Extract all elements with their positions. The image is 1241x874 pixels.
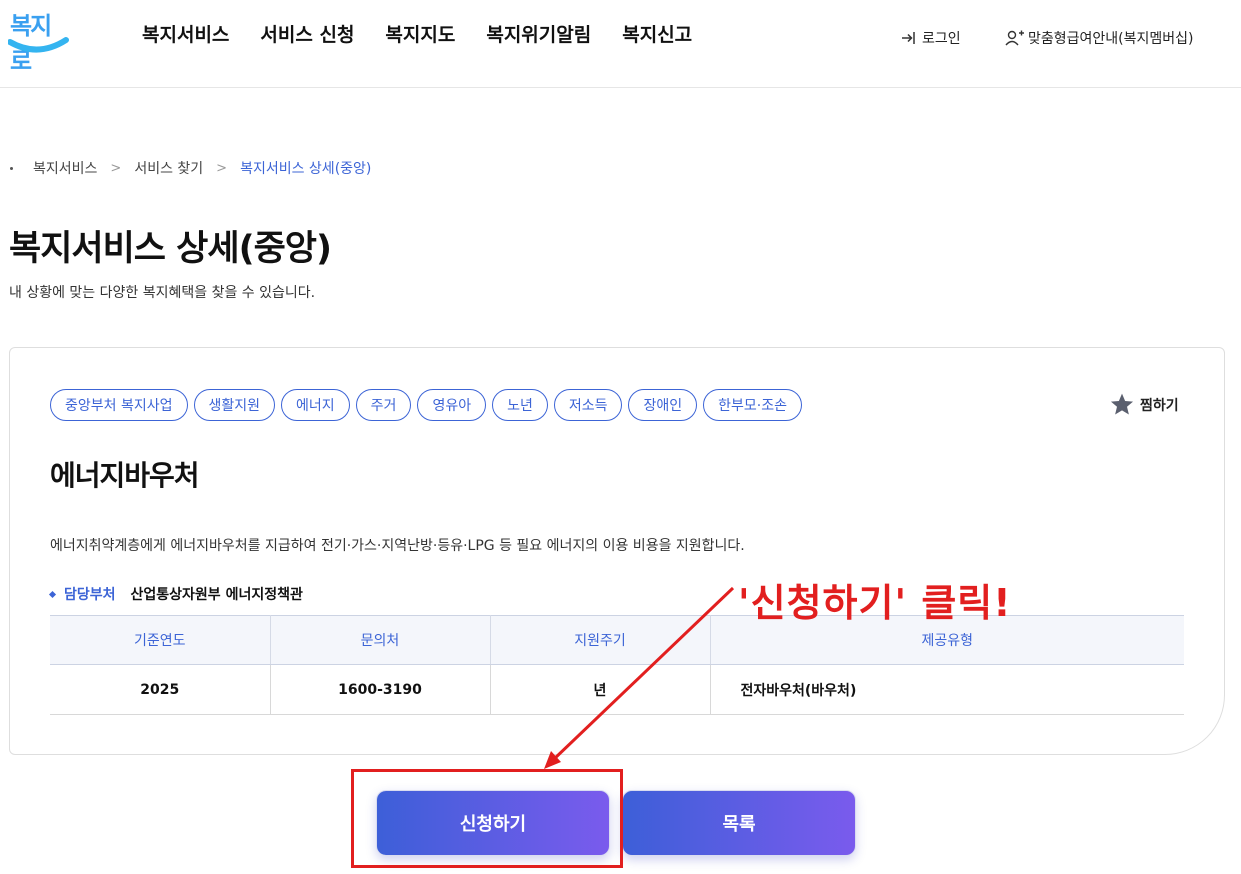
tag-energy[interactable]: 에너지 <box>281 389 350 421</box>
service-description: 에너지취약계층에게 에너지바우처를 지급하여 전기·가스·지역난방·등유·LPG… <box>50 538 745 554</box>
table-row: 2025 1600-3190 년 전자바우처(바우처) <box>50 664 1184 715</box>
department-label: 담당부처 <box>64 587 116 603</box>
tag-housing[interactable]: 주거 <box>355 389 412 421</box>
breadcrumb: 복지서비스 > 서비스 찾기 > 복지서비스 상세(중앙) <box>10 158 371 178</box>
logo[interactable]: 복지로 <box>8 6 70 75</box>
cell-contact: 1600-3190 <box>270 664 491 715</box>
table-header-row: 기준연도 문의처 지원주기 제공유형 <box>50 615 1184 665</box>
service-title: 에너지바우처 <box>50 459 200 492</box>
login-icon <box>902 32 915 44</box>
tag-disabled[interactable]: 장애인 <box>628 389 698 421</box>
service-info-table: 기준연도 문의처 지원주기 제공유형 2025 1600-3190 년 전자바우… <box>50 615 1184 715</box>
nav-item-welfare-services[interactable]: 복지서비스 <box>142 20 229 47</box>
nav-item-welfare-report[interactable]: 복지신고 <box>622 20 692 47</box>
page-title: 복지서비스 상세(중앙) <box>9 229 332 269</box>
favorite-button[interactable]: 찜하기 <box>1109 392 1179 417</box>
star-icon <box>1110 393 1134 415</box>
tag-living-support[interactable]: 생활지원 <box>193 389 276 421</box>
login-link[interactable]: 로그인 <box>900 28 961 48</box>
breadcrumb-bullet <box>10 166 13 170</box>
cell-provision-type: 전자바우처(바우처) <box>710 664 1184 715</box>
chevron-right-icon: > <box>110 160 122 176</box>
department-value: 산업통상자원부 에너지정책관 <box>130 587 303 603</box>
site-header: 복지로 복지서비스 서비스 신청 복지지도 복지위기알림 복지신고 로그인 맞춤… <box>0 0 1241 88</box>
membership-label: 맞춤형급여안내(복지멤버십) <box>1028 31 1194 47</box>
favorite-label: 찜하기 <box>1140 397 1179 414</box>
user-add-icon <box>1005 30 1024 46</box>
cell-support-cycle: 년 <box>490 664 711 715</box>
column-header-base-year: 기준연도 <box>50 615 271 665</box>
tag-single-parent[interactable]: 한부모·조손 <box>703 389 802 421</box>
cell-base-year: 2025 <box>50 664 271 715</box>
nav-item-crisis-alert[interactable]: 복지위기알림 <box>486 20 591 47</box>
page-description: 내 상황에 맞는 다양한 복지혜택을 찾을 수 있습니다. <box>9 285 316 301</box>
service-card: 중앙부처 복지사업 생활지원 에너지 주거 영유아 노년 저소득 장애인 한부모… <box>9 347 1225 755</box>
membership-link[interactable]: 맞춤형급여안내(복지멤버십) <box>1004 28 1193 48</box>
chevron-right-icon: > <box>216 160 228 176</box>
tag-list: 중앙부처 복지사업 생활지원 에너지 주거 영유아 노년 저소득 장애인 한부모… <box>50 389 802 421</box>
annotation-text: '신청하기' 클릭! <box>738 581 1012 625</box>
nav-item-welfare-map[interactable]: 복지지도 <box>385 20 455 47</box>
column-header-support-cycle: 지원주기 <box>490 615 711 665</box>
login-label: 로그인 <box>922 31 961 47</box>
list-button[interactable]: 목록 <box>622 790 856 856</box>
main-nav: 복지서비스 서비스 신청 복지지도 복지위기알림 복지신고 <box>142 20 692 47</box>
tag-elderly[interactable]: 노년 <box>492 389 548 421</box>
column-header-contact: 문의처 <box>270 615 491 665</box>
logo-swoosh-icon <box>8 37 69 53</box>
department-row: 담당부처 산업통상자원부 에너지정책관 <box>48 584 303 604</box>
tag-low-income[interactable]: 저소득 <box>553 389 623 421</box>
diamond-bullet-icon <box>48 590 57 598</box>
nav-item-service-application[interactable]: 서비스 신청 <box>260 20 354 47</box>
annotation-highlight-box <box>351 769 623 868</box>
tag-central-ministry[interactable]: 중앙부처 복지사업 <box>50 389 188 421</box>
breadcrumb-item-service-search[interactable]: 서비스 찾기 <box>134 158 203 178</box>
breadcrumb-item-welfare-services[interactable]: 복지서비스 <box>33 158 97 178</box>
breadcrumb-current: 복지서비스 상세(중앙) <box>240 161 372 177</box>
tag-infant[interactable]: 영유아 <box>417 389 487 421</box>
